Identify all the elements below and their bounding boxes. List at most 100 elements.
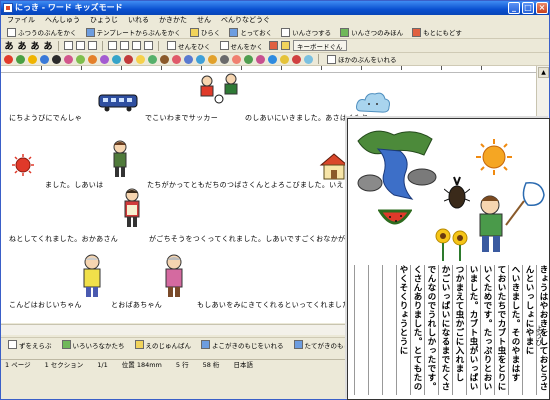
shapes-button[interactable]: いろいろなかたち (59, 339, 128, 350)
clipart-train-icon[interactable] (52, 54, 61, 64)
sun-illustration (12, 154, 34, 176)
clipart-flower-icon[interactable] (64, 54, 73, 64)
clipart-sun-icon[interactable] (136, 54, 145, 64)
clipart-umbrella-icon[interactable] (184, 54, 193, 64)
menu-insert[interactable]: いれる (128, 15, 149, 26)
clipart-apple-icon[interactable] (4, 54, 13, 64)
menu-format[interactable]: かきかた (159, 15, 187, 26)
clipart-rocket-icon[interactable] (220, 54, 229, 64)
close-button[interactable]: × (536, 2, 548, 14)
title-bar[interactable]: にっき - ワード キッズモード _ □ × (1, 1, 549, 15)
clipart-house-icon[interactable] (88, 54, 97, 64)
clipart-cake-icon[interactable] (208, 54, 217, 64)
font-style-1[interactable]: あ (4, 39, 14, 52)
strikethrough-label: せんをひく (178, 42, 211, 51)
picture-order-label: えのじゅんばん (145, 341, 192, 350)
template-button[interactable]: テンプレートからぶんをかく (83, 27, 184, 38)
highlight-icon[interactable] (281, 41, 290, 50)
toolbar-separator (158, 40, 159, 51)
sun-illustration (476, 139, 512, 175)
align-center-icon[interactable] (120, 41, 129, 50)
preview-text-column-4: ておいたちでカブト虫をとりに (494, 265, 507, 395)
align-left-icon[interactable] (108, 41, 117, 50)
clipart-balloon-icon[interactable] (172, 54, 181, 64)
clipart-clock-icon[interactable] (292, 54, 301, 64)
preview-date: ようび (535, 325, 543, 346)
doc-text-l2a: ました。しあいは (45, 181, 104, 189)
preview-text-column-5: いくためです。たっぷりとおい (480, 265, 493, 395)
menu-tools[interactable]: べんりなどうぐ (221, 15, 270, 26)
maximize-button[interactable]: □ (522, 2, 534, 14)
preview-text-column-7: つかまえて虫かごに入れました。た (452, 265, 465, 395)
insert-other-text-button[interactable]: ほかのぶんをいれる (324, 54, 400, 65)
bold-icon[interactable] (88, 41, 97, 50)
grandmother-illustration (165, 254, 183, 297)
size-large-icon[interactable] (76, 41, 85, 50)
house-illustration (319, 153, 349, 180)
toolbar-separator (58, 40, 59, 51)
preview-text-column-6: いました。カブト虫がいっぱい (466, 265, 479, 395)
menu-line[interactable]: せん (197, 15, 211, 26)
clipart-heart-icon[interactable] (124, 54, 133, 64)
clipart-car-icon[interactable] (40, 54, 49, 64)
strikethrough-button[interactable]: せんをひく (164, 40, 214, 51)
clipart-turtle-icon[interactable] (244, 54, 253, 64)
undo-button[interactable]: もとにもどす (409, 27, 465, 38)
menu-file[interactable]: ファイル (7, 15, 35, 26)
vertical-text-icon[interactable] (144, 41, 153, 50)
keyboard-button[interactable]: キーボードぐん (293, 40, 347, 51)
app-icon (3, 3, 13, 13)
preview-text-column-3: へいきました。そのやまはす (508, 265, 521, 395)
print-preview-button[interactable]: いんさつのみほん (337, 27, 406, 38)
clipart-dog-icon[interactable] (160, 54, 169, 64)
save-icon (229, 27, 239, 37)
picture-icon (134, 340, 144, 349)
save-button[interactable]: とっておく (226, 27, 275, 38)
train-illustration (98, 94, 138, 112)
clipart-frog-icon[interactable] (148, 54, 157, 64)
menu-view[interactable]: ひょうじ (90, 15, 118, 26)
doc-text-l4c: もしあいをみにきてくれるといってくれました。きょ (197, 301, 372, 309)
preview-text-column-9: でんなのでうれしかったです。 (424, 265, 437, 395)
pointer-icon (8, 340, 17, 349)
picture-order-button[interactable]: えのじゅんばん (132, 339, 195, 350)
minimize-button[interactable]: _ (508, 2, 520, 14)
new-document-button[interactable]: ふつうのぶんをかく (4, 27, 80, 38)
clipart-moon-icon[interactable] (280, 54, 289, 64)
font-style-3[interactable]: あ (30, 39, 40, 52)
clipart-whale-icon[interactable] (268, 54, 277, 64)
save-label: とっておく (240, 29, 273, 37)
clipart-ball-icon[interactable] (196, 54, 205, 64)
scroll-up-icon[interactable]: ▲ (538, 67, 549, 78)
clipart-cat-icon[interactable] (232, 54, 241, 64)
folder-icon (189, 27, 199, 37)
font-style-2[interactable]: あ (17, 39, 27, 52)
doc-text-l1b: でこいわまでサッカー (145, 114, 218, 122)
clipart-tree-icon[interactable] (76, 54, 85, 64)
ruler (1, 66, 536, 73)
underline-label: せんをかく (230, 42, 264, 51)
select-shape-button[interactable]: ずをえらぶ (5, 339, 55, 350)
clipart-leaf-icon[interactable] (16, 54, 25, 64)
doc-text-l4b: とおばあちゃん (111, 301, 163, 309)
mother-illustration (124, 188, 140, 227)
print-button[interactable]: いんさつする (278, 27, 334, 38)
status-pages: 1/1 (97, 361, 108, 369)
open-button[interactable]: ひらく (187, 27, 224, 38)
open-label: ひらく (200, 29, 221, 37)
horizontal-text-button[interactable]: よこがきのもじをいれる (198, 339, 287, 350)
doc-text-l2b: たちがかってともだちのつばさくんとよろこびました。いえ (147, 181, 344, 189)
clipart-star-icon[interactable] (28, 54, 37, 64)
clipart-bird-icon[interactable] (256, 54, 265, 64)
menu-edit[interactable]: へんしゅう (45, 15, 80, 26)
text-color-icon[interactable] (269, 41, 278, 50)
align-right-icon[interactable] (132, 41, 141, 50)
clipart-fish-icon[interactable] (112, 54, 121, 64)
font-style-4[interactable]: あ (43, 39, 53, 52)
preview-text-column-12 (382, 265, 395, 395)
size-small-icon[interactable] (64, 41, 73, 50)
clipart-butterfly-icon[interactable] (100, 54, 109, 64)
vertical-textbox-icon (293, 340, 303, 349)
underline-button[interactable]: せんをかく (217, 40, 267, 51)
clipart-cloud-icon[interactable] (304, 54, 313, 64)
